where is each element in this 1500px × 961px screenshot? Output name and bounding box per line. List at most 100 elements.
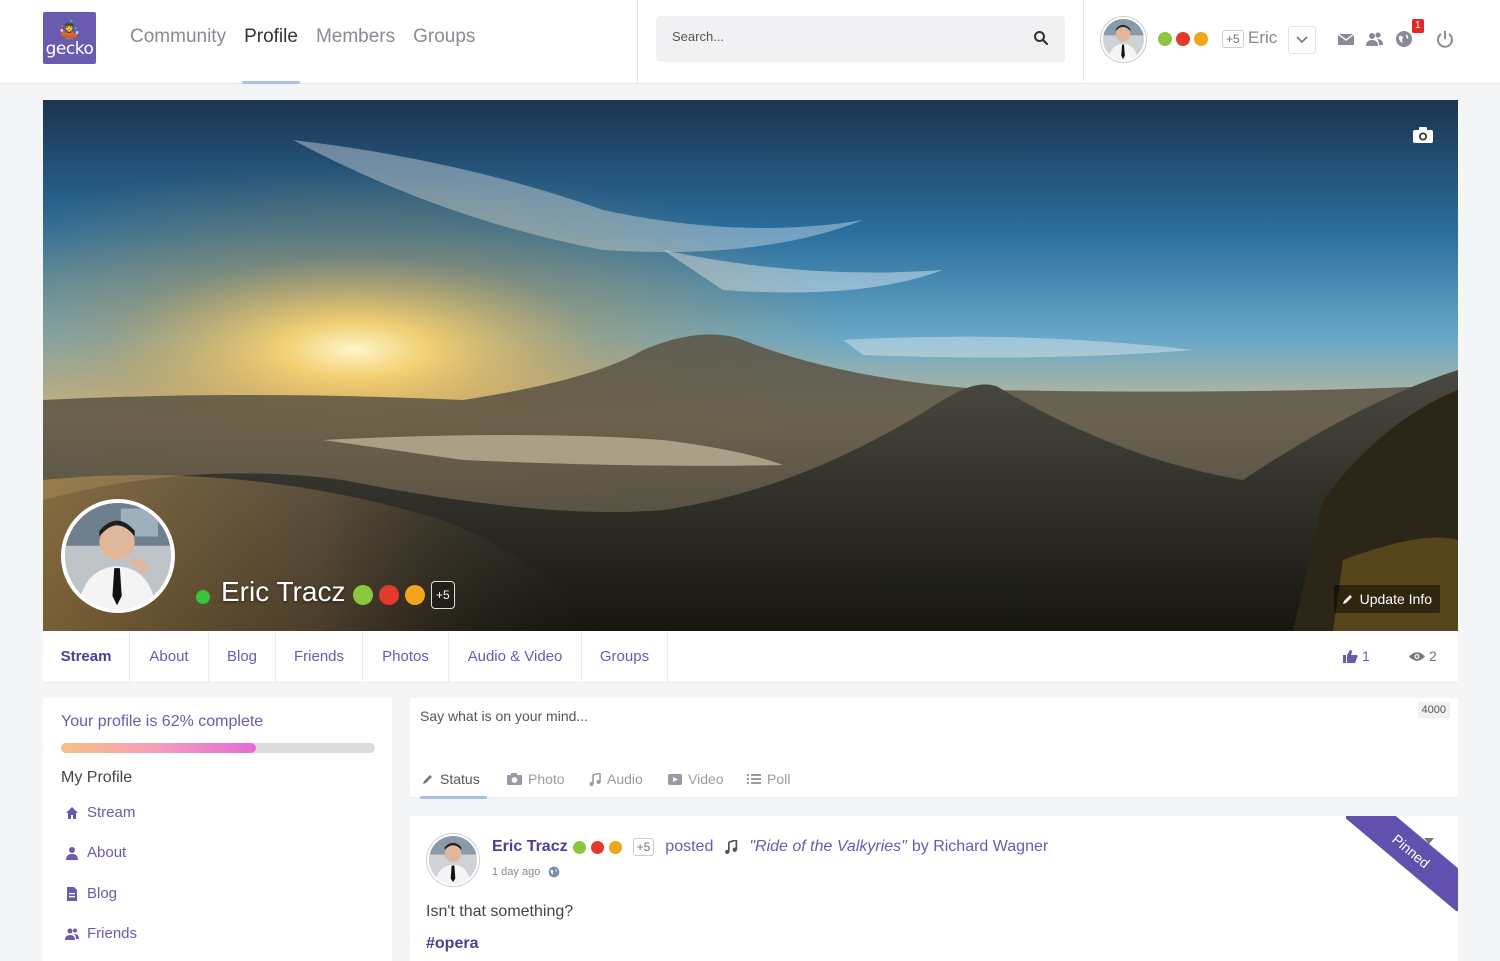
friends-icon[interactable]: [1366, 30, 1384, 48]
badge-heart-icon: [405, 585, 425, 605]
views-stat: 2: [1409, 648, 1437, 664]
composer-tab-label: Photo: [528, 771, 565, 787]
likes-stat[interactable]: 1: [1343, 648, 1370, 664]
header-badges: +5: [1158, 30, 1244, 48]
composer-tab-photo[interactable]: Photo: [507, 771, 565, 787]
friends-icon: [65, 928, 79, 940]
char-limit: 4000: [1417, 702, 1450, 718]
composer-tab-video[interactable]: Video: [668, 771, 724, 787]
post-meta: 1 day ago: [492, 866, 560, 878]
chevron-down-icon: [1296, 36, 1308, 44]
cover-landscape-image: [43, 100, 1458, 631]
globe-icon: [548, 866, 560, 878]
nav-community[interactable]: Community: [130, 26, 226, 84]
tab-friends[interactable]: Friends: [276, 631, 363, 683]
tab-groups[interactable]: Groups: [582, 631, 668, 683]
eye-icon: [1409, 651, 1425, 661]
post-author-avatar[interactable]: [427, 834, 479, 886]
user-menu-caret[interactable]: [1288, 26, 1316, 54]
video-icon: [668, 773, 682, 785]
tab-stream[interactable]: Stream: [43, 631, 130, 683]
search-icon[interactable]: [1033, 30, 1049, 46]
profile-sidebar: Your profile is 62% complete My Profile …: [43, 698, 392, 961]
badge-verified-icon: [1158, 32, 1172, 46]
nav-profile[interactable]: Profile: [242, 26, 300, 84]
pencil-icon: [1342, 595, 1352, 604]
thumbs-up-icon: [1343, 650, 1358, 663]
status-input[interactable]: [420, 708, 1400, 748]
list-icon: [747, 774, 761, 784]
post-song-title[interactable]: "Ride of the Valkyries": [749, 838, 907, 856]
composer-tab-audio[interactable]: Audio: [589, 771, 643, 787]
pencil-icon: [423, 775, 432, 784]
search-box: [656, 16, 1065, 62]
profile-avatar[interactable]: [61, 499, 175, 613]
search-input[interactable]: [672, 29, 1012, 44]
profile-completion-label: Your profile is 62% complete: [61, 713, 264, 730]
gecko-figure-icon: 🤹: [58, 20, 81, 40]
sidebar-item-blog[interactable]: Blog: [65, 885, 117, 902]
user-icon: [66, 846, 78, 860]
camera-icon[interactable]: [1412, 126, 1434, 144]
divider: [1083, 0, 1084, 84]
globe-icon[interactable]: [1395, 30, 1413, 48]
top-navbar: 🤹 gecko Community Profile Members Groups…: [0, 0, 1500, 84]
tab-photos[interactable]: Photos: [363, 631, 449, 683]
profile-tabs: Stream About Blog Friends Photos Audio &…: [43, 631, 1458, 683]
post-song-artist: by Richard Wagner: [911, 838, 1049, 855]
stream-post: Eric Tracz +5 posted "Ride of the Valkyr…: [410, 816, 1458, 961]
profile-progress-bar: [61, 743, 375, 753]
badge-star-icon: [379, 585, 399, 605]
camera-icon: [507, 773, 522, 785]
post-body: Isn't that something?: [426, 903, 574, 920]
status-composer: 4000 Status Photo Audio Video Poll: [410, 698, 1458, 799]
pinned-ribbon: Pinned: [1346, 816, 1458, 911]
post-author-name[interactable]: Eric Tracz: [492, 838, 568, 856]
tab-audio-video[interactable]: Audio & Video: [449, 631, 582, 683]
power-icon[interactable]: [1436, 30, 1454, 48]
tab-about[interactable]: About: [130, 631, 209, 683]
sidebar-item-label: Friends: [87, 925, 138, 942]
badge-more[interactable]: +5: [632, 838, 655, 856]
notification-count: 1: [1412, 19, 1424, 33]
sidebar-item-about[interactable]: About: [65, 844, 126, 861]
active-nav-underline: [242, 81, 300, 84]
composer-tab-label: Poll: [767, 771, 791, 787]
home-icon: [66, 806, 78, 819]
post-timestamp[interactable]: 1 day ago: [492, 866, 540, 878]
nav-members[interactable]: Members: [316, 26, 395, 84]
post-hashtag[interactable]: #opera: [426, 935, 478, 953]
envelope-icon[interactable]: [1337, 30, 1355, 48]
nav-groups[interactable]: Groups: [413, 26, 475, 84]
sidebar-item-friends[interactable]: Friends: [65, 925, 137, 942]
pinned-label: Pinned: [1346, 816, 1458, 911]
post-header: Eric Tracz +5 posted "Ride of the Valkyr…: [492, 838, 1048, 856]
header-username[interactable]: Eric: [1248, 28, 1277, 48]
badge-heart-icon: [1194, 32, 1208, 46]
composer-tab-poll[interactable]: Poll: [747, 771, 790, 787]
music-note-icon: [589, 772, 601, 786]
post-verb: posted: [665, 838, 714, 855]
composer-tab-label: Audio: [607, 771, 643, 787]
main-nav: Community Profile Members Groups: [130, 26, 475, 84]
cover-photo: Eric Tracz +5 Update Info: [43, 100, 1458, 631]
post-options-caret[interactable]: [1424, 836, 1434, 847]
profile-progress-fill: [61, 743, 256, 753]
tab-blog[interactable]: Blog: [209, 631, 276, 683]
update-info-button[interactable]: Update Info: [1333, 585, 1440, 613]
divider: [637, 0, 638, 84]
badge-more[interactable]: +5: [431, 581, 455, 609]
badge-more[interactable]: +5: [1222, 30, 1244, 48]
profile-badges: +5: [353, 581, 455, 609]
update-info-label: Update Info: [1359, 591, 1432, 607]
composer-tab-label: Video: [688, 771, 724, 787]
composer-tab-status[interactable]: Status: [422, 771, 480, 787]
caret-down-icon: [1424, 838, 1434, 844]
active-composer-tab-underline: [420, 796, 487, 799]
user-avatar[interactable]: [1101, 17, 1146, 62]
badge-verified-icon: [572, 840, 586, 854]
badge-heart-icon: [608, 840, 622, 854]
gecko-logo[interactable]: 🤹 gecko: [43, 12, 96, 64]
badge-star-icon: [1176, 32, 1190, 46]
sidebar-item-stream[interactable]: Stream: [65, 804, 135, 821]
